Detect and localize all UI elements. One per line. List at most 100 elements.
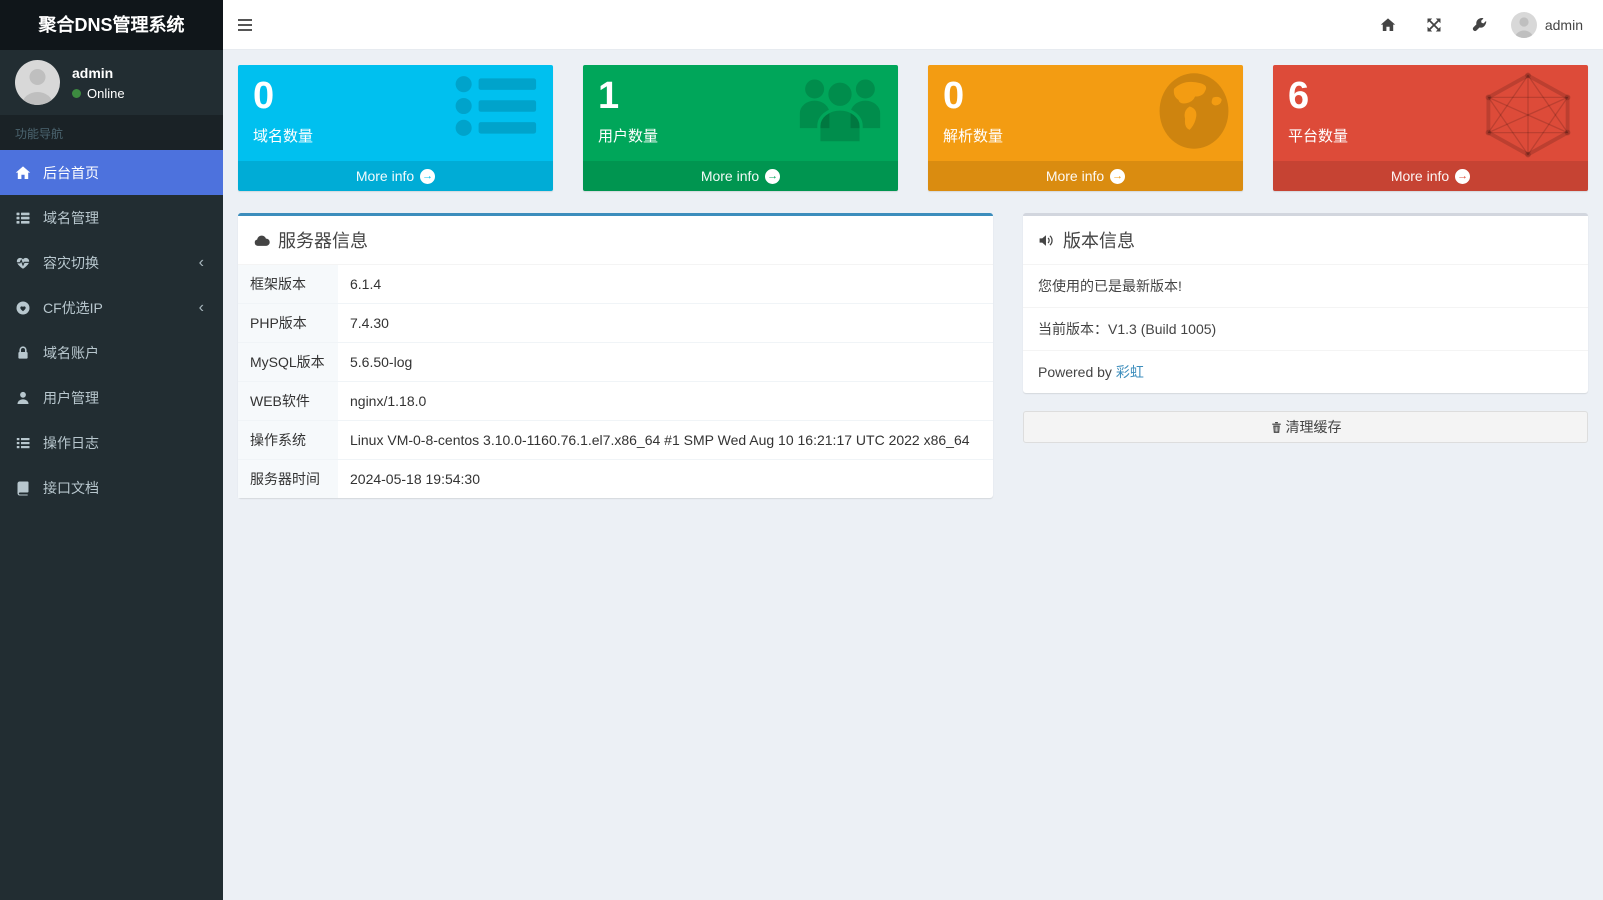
sidebar-item-label: CF优选IP — [43, 298, 199, 318]
server-info-panel: 服务器信息 框架版本6.1.4 PHP版本7.4.30 MySQL版本5.6.5… — [238, 213, 993, 498]
stat-box-records: 0 解析数量 More info → — [928, 65, 1243, 191]
row-label: 框架版本 — [238, 265, 338, 304]
current-version: 当前版本：V1.3 (Build 1005) — [1023, 308, 1588, 351]
sidebar-item-api-docs[interactable]: 接口文档 — [0, 465, 223, 510]
sidebar-toggle-button[interactable] — [223, 0, 267, 50]
more-info-link[interactable]: More info → — [583, 161, 898, 191]
sidebar-item-users[interactable]: 用户管理 — [0, 375, 223, 420]
sidebar-item-dashboard[interactable]: 后台首页 — [0, 150, 223, 195]
user-name: admin — [72, 65, 125, 81]
version-info-panel: 版本信息 您使用的已是最新版本! 当前版本：V1.3 (Build 1005) … — [1023, 213, 1588, 393]
stat-box-platforms: 6 平台数量 More info → — [1273, 65, 1588, 191]
stat-box-domains: 0 域名数量 More info → — [238, 65, 553, 191]
clear-cache-label: 清理缓存 — [1286, 417, 1342, 437]
more-info-label: More info — [1391, 168, 1449, 184]
more-info-link[interactable]: More info → — [238, 161, 553, 191]
sidebar-item-domains[interactable]: 域名管理 — [0, 195, 223, 240]
user-status-link[interactable]: Online — [72, 86, 125, 101]
sidebar-item-domain-accounts[interactable]: 域名账户 — [0, 330, 223, 375]
sidebar: 聚合DNS管理系统 admin Online 功能导航 后台首页 域名管理 容灾… — [0, 0, 223, 900]
server-info-row: 框架版本6.1.4 — [238, 265, 993, 304]
user-panel: admin Online — [0, 50, 223, 115]
navbar-username: admin — [1545, 17, 1583, 33]
stat-value: 1 — [598, 75, 883, 119]
sidebar-item-logs[interactable]: 操作日志 — [0, 420, 223, 465]
trash-icon — [1270, 421, 1283, 434]
settings-wrench-button[interactable] — [1457, 0, 1503, 50]
stat-value: 0 — [943, 75, 1228, 119]
stat-label: 解析数量 — [943, 125, 1228, 146]
row-value: nginx/1.18.0 — [338, 382, 993, 421]
cloud-icon — [253, 232, 270, 249]
fullscreen-button[interactable] — [1411, 0, 1457, 50]
chevron-left-icon: ‹ — [199, 255, 204, 271]
row-label: 服务器时间 — [238, 460, 338, 499]
row-value: Linux VM-0-8-centos 3.10.0-1160.76.1.el7… — [338, 421, 993, 460]
stat-value: 0 — [253, 75, 538, 119]
sidebar-item-label: 域名账户 — [43, 343, 208, 363]
home-button[interactable] — [1365, 0, 1411, 50]
sidebar-item-label: 接口文档 — [43, 478, 208, 498]
version-info-header: 版本信息 — [1023, 216, 1588, 265]
stat-label: 用户数量 — [598, 125, 883, 146]
navbar-user-menu[interactable]: admin — [1503, 0, 1603, 50]
stats-row: 0 域名数量 More info → 1 用户数量 More info → — [238, 65, 1588, 191]
content-area: 0 域名数量 More info → 1 用户数量 More info → — [223, 50, 1603, 513]
more-info-link[interactable]: More info → — [928, 161, 1243, 191]
app-title[interactable]: 聚合DNS管理系统 — [0, 0, 223, 50]
sidebar-item-cf-ip[interactable]: CF优选IP ‹ — [0, 285, 223, 330]
home-icon — [15, 165, 43, 181]
server-info-row: 服务器时间2024-05-18 19:54:30 — [238, 460, 993, 499]
sidebar-item-label: 用户管理 — [43, 388, 208, 408]
top-navbar: admin — [223, 0, 1603, 50]
sidebar-item-failover[interactable]: 容灾切换 ‹ — [0, 240, 223, 285]
server-info-row: WEB软件nginx/1.18.0 — [238, 382, 993, 421]
circle-heart-icon — [15, 300, 43, 316]
row-label: PHP版本 — [238, 304, 338, 343]
panels-row: 服务器信息 框架版本6.1.4 PHP版本7.4.30 MySQL版本5.6.5… — [238, 213, 1588, 498]
sidebar-section-label: 功能导航 — [0, 115, 223, 150]
row-label: WEB软件 — [238, 382, 338, 421]
version-list: 您使用的已是最新版本! 当前版本：V1.3 (Build 1005) Power… — [1023, 265, 1588, 393]
user-status-label: Online — [87, 86, 125, 101]
user-icon — [15, 390, 43, 406]
stat-value: 6 — [1288, 75, 1573, 119]
arrow-circle-right-icon: → — [765, 169, 780, 184]
sidebar-item-label: 容灾切换 — [43, 253, 199, 273]
row-value: 6.1.4 — [338, 265, 993, 304]
sidebar-menu: 后台首页 域名管理 容灾切换 ‹ CF优选IP ‹ 域名账户 用户管理 操作日志 — [0, 150, 223, 510]
panel-title: 服务器信息 — [278, 227, 368, 253]
avatar-icon — [1511, 12, 1537, 38]
arrow-circle-right-icon: → — [1455, 169, 1470, 184]
volume-icon — [1038, 232, 1055, 249]
chevron-left-icon: ‹ — [199, 300, 204, 316]
clear-cache-button[interactable]: 清理缓存 — [1023, 411, 1588, 443]
latest-version-status: 您使用的已是最新版本! — [1023, 265, 1588, 308]
sidebar-item-label: 域名管理 — [43, 208, 208, 228]
row-value: 2024-05-18 19:54:30 — [338, 460, 993, 499]
row-value: 7.4.30 — [338, 304, 993, 343]
server-info-row: 操作系统Linux VM-0-8-centos 3.10.0-1160.76.1… — [238, 421, 993, 460]
stat-label: 域名数量 — [253, 125, 538, 146]
list-icon — [15, 435, 43, 451]
more-info-label: More info — [356, 168, 414, 184]
panel-title: 版本信息 — [1063, 227, 1135, 253]
server-info-table: 框架版本6.1.4 PHP版本7.4.30 MySQL版本5.6.50-log … — [238, 265, 993, 498]
row-label: 操作系统 — [238, 421, 338, 460]
more-info-link[interactable]: More info → — [1273, 161, 1588, 191]
online-dot-icon — [72, 89, 81, 98]
powered-by: Powered by 彩虹 — [1023, 351, 1588, 393]
right-column: 版本信息 您使用的已是最新版本! 当前版本：V1.3 (Build 1005) … — [1023, 213, 1588, 498]
arrow-circle-right-icon: → — [420, 169, 435, 184]
heartbeat-icon — [15, 255, 43, 271]
server-info-header: 服务器信息 — [238, 216, 993, 265]
avatar — [15, 60, 60, 105]
powered-by-link[interactable]: 彩虹 — [1116, 364, 1144, 380]
row-label: MySQL版本 — [238, 343, 338, 382]
th-list-icon — [15, 210, 43, 226]
sidebar-item-label: 后台首页 — [43, 163, 208, 183]
more-info-label: More info — [701, 168, 759, 184]
powered-by-prefix: Powered by — [1038, 364, 1116, 380]
stat-label: 平台数量 — [1288, 125, 1573, 146]
row-value: 5.6.50-log — [338, 343, 993, 382]
